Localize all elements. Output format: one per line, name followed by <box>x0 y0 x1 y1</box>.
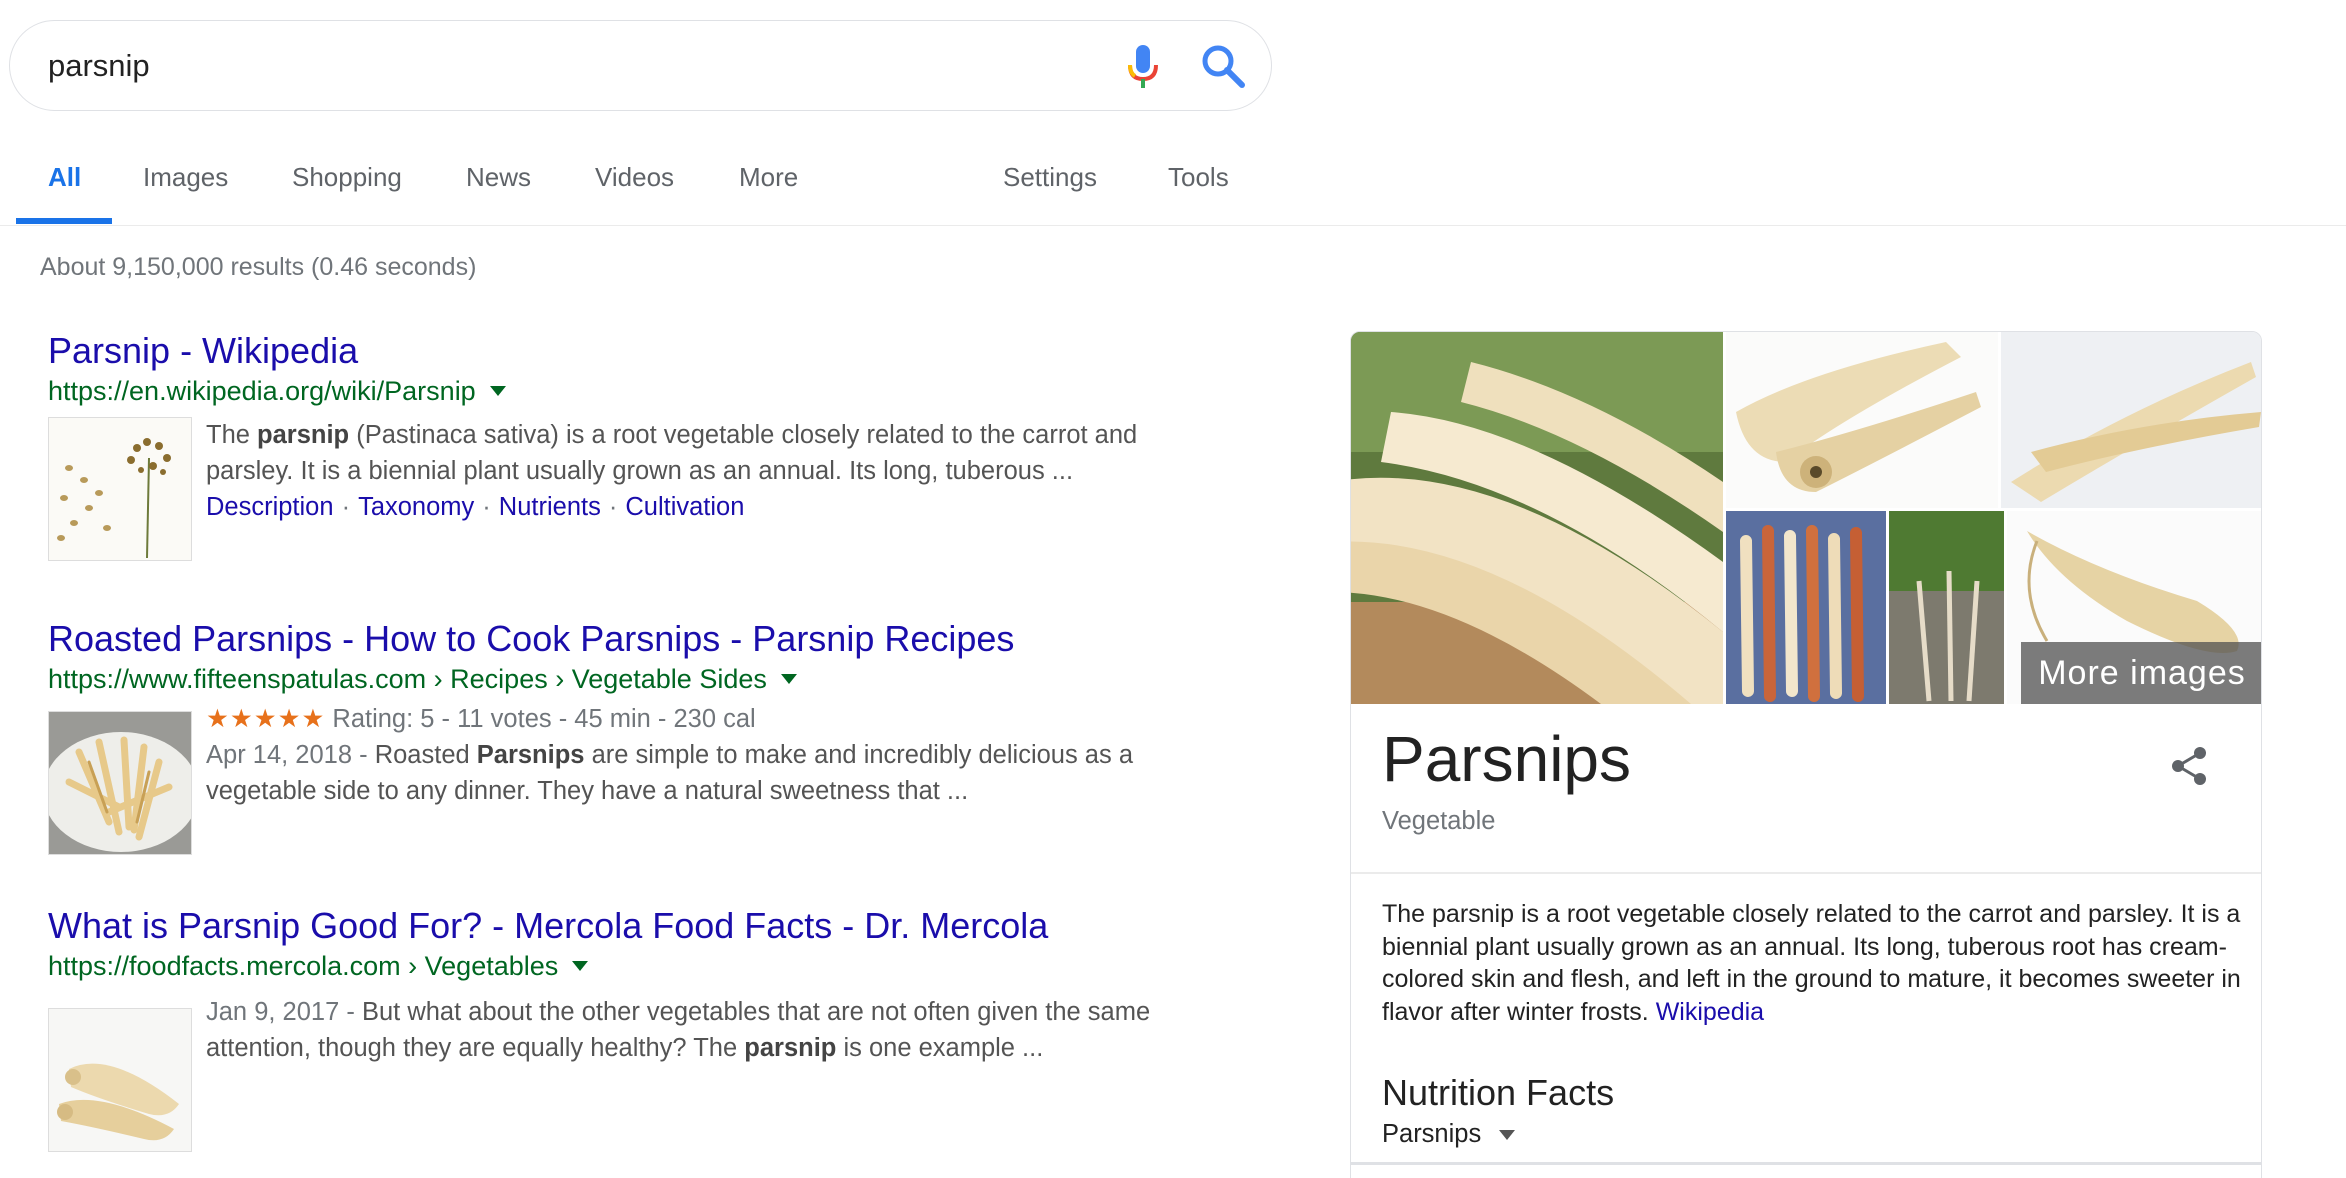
kp-description-text: The parsnip is a root vegetable closely … <box>1382 900 2241 1026</box>
sitelink-description[interactable]: Description <box>206 493 334 521</box>
result-thumbnail[interactable] <box>48 711 192 855</box>
tab-settings[interactable]: Settings <box>1003 162 1097 193</box>
share-icon[interactable] <box>2167 744 2211 788</box>
snippet-highlight: parsnip <box>744 1034 837 1062</box>
result-title-link[interactable]: Parsnip - Wikipedia <box>48 329 1228 373</box>
separator: · <box>341 493 351 521</box>
kp-image[interactable] <box>2001 332 2261 508</box>
caret-down-icon <box>1499 1129 1516 1140</box>
knowledge-panel: More images Parsnips Vegetable The parsn… <box>1350 331 2262 1178</box>
tab-tools[interactable]: Tools <box>1168 162 1229 193</box>
sitelink-taxonomy[interactable]: Taxonomy <box>358 493 474 521</box>
search-result: Roasted Parsnips - How to Cook Parsnips … <box>48 617 1228 855</box>
rating-stars: ★★★★★ <box>206 705 326 733</box>
divider <box>1351 1162 2261 1165</box>
kp-image[interactable] <box>1726 332 1998 508</box>
kp-description: The parsnip is a root vegetable closely … <box>1382 898 2242 1028</box>
result-date: Jan 9, 2017 - <box>206 998 362 1026</box>
separator: · <box>608 493 618 521</box>
result-thumbnail[interactable] <box>48 417 192 561</box>
kp-image-main[interactable] <box>1351 332 1723 704</box>
nutrition-food-select[interactable]: Parsnips <box>1382 1120 1516 1149</box>
sitelinks: Description · Taxonomy · Nutrients · Cultivati… <box>206 489 1226 525</box>
divider <box>1351 872 2261 874</box>
sitelink-nutrients[interactable]: Nutrients <box>499 493 601 521</box>
result-url: https://en.wikipedia.org/wiki/Parsnip <box>48 373 1228 409</box>
result-snippet: Jan 9, 2017 - But what about the other v… <box>206 994 1226 1066</box>
result-thumbnail[interactable] <box>48 1008 192 1152</box>
result-title-link[interactable]: What is Parsnip Good For? - Mercola Food… <box>48 904 1228 948</box>
kp-title: Parsnips <box>1382 723 1631 795</box>
mic-icon[interactable] <box>1123 43 1163 91</box>
result-snippet: ★★★★★ Rating: 5 - 11 votes - 45 min - 23… <box>206 701 1226 809</box>
result-stats: About 9,150,000 results (0.46 seconds) <box>40 253 477 281</box>
snippet-text: is one example ... <box>836 1034 1044 1062</box>
snippet-text: The <box>206 421 258 449</box>
tab-shopping[interactable]: Shopping <box>292 162 402 193</box>
kp-image[interactable] <box>1726 511 1886 704</box>
search-result: What is Parsnip Good For? - Mercola Food… <box>48 904 1228 1152</box>
sitelink-cultivation[interactable]: Cultivation <box>625 493 744 521</box>
more-images-button[interactable]: More images <box>2021 642 2261 704</box>
active-tab-indicator <box>16 218 112 224</box>
rating-line: ★★★★★ Rating: 5 - 11 votes - 45 min - 23… <box>206 701 1226 737</box>
tab-more[interactable]: More <box>739 162 798 193</box>
result-date: Apr 14, 2018 - <box>206 741 375 769</box>
caret-down-icon[interactable] <box>572 961 589 971</box>
caret-down-icon[interactable] <box>780 674 797 684</box>
kp-image[interactable] <box>1889 511 2004 704</box>
search-result: Parsnip - Wikipedia https://en.wikipedia… <box>48 329 1228 567</box>
result-url-text: https://en.wikipedia.org/wiki/Parsnip <box>48 376 476 406</box>
result-snippet: The parsnip (Pastinaca sativa) is a root… <box>206 417 1226 525</box>
rating-text: Rating: 5 - 11 votes - 45 min - 230 cal <box>325 705 756 733</box>
result-url: https://www.fifteenspatulas.com › Recipe… <box>48 661 1228 697</box>
tab-all[interactable]: All <box>48 162 81 193</box>
tab-images[interactable]: Images <box>143 162 228 193</box>
result-title-link[interactable]: Roasted Parsnips - How to Cook Parsnips … <box>48 617 1228 661</box>
search-icon[interactable] <box>1200 43 1246 89</box>
snippet-highlight: parsnip <box>257 421 350 449</box>
kp-source-link[interactable]: Wikipedia <box>1656 998 1764 1026</box>
search-input[interactable] <box>48 43 1068 89</box>
search-box[interactable] <box>9 20 1272 111</box>
nutrition-food-select-value: Parsnips <box>1382 1120 1482 1148</box>
result-url-text: https://foodfacts.mercola.com › Vegetabl… <box>48 951 559 981</box>
kp-subtitle: Vegetable <box>1382 807 1496 835</box>
tab-videos[interactable]: Videos <box>595 162 674 193</box>
snippet-text: Roasted <box>374 741 477 769</box>
result-url-text: https://www.fifteenspatulas.com › Recipe… <box>48 664 767 694</box>
search-tabs: All Images Shopping News Videos More Set… <box>0 150 2346 226</box>
caret-down-icon[interactable] <box>489 386 506 396</box>
snippet-highlight: Parsnips <box>476 741 585 769</box>
nutrition-facts-heading: Nutrition Facts <box>1382 1072 1615 1113</box>
result-url: https://foodfacts.mercola.com › Vegetabl… <box>48 948 1228 984</box>
tab-news[interactable]: News <box>466 162 531 193</box>
separator: · <box>482 493 491 521</box>
